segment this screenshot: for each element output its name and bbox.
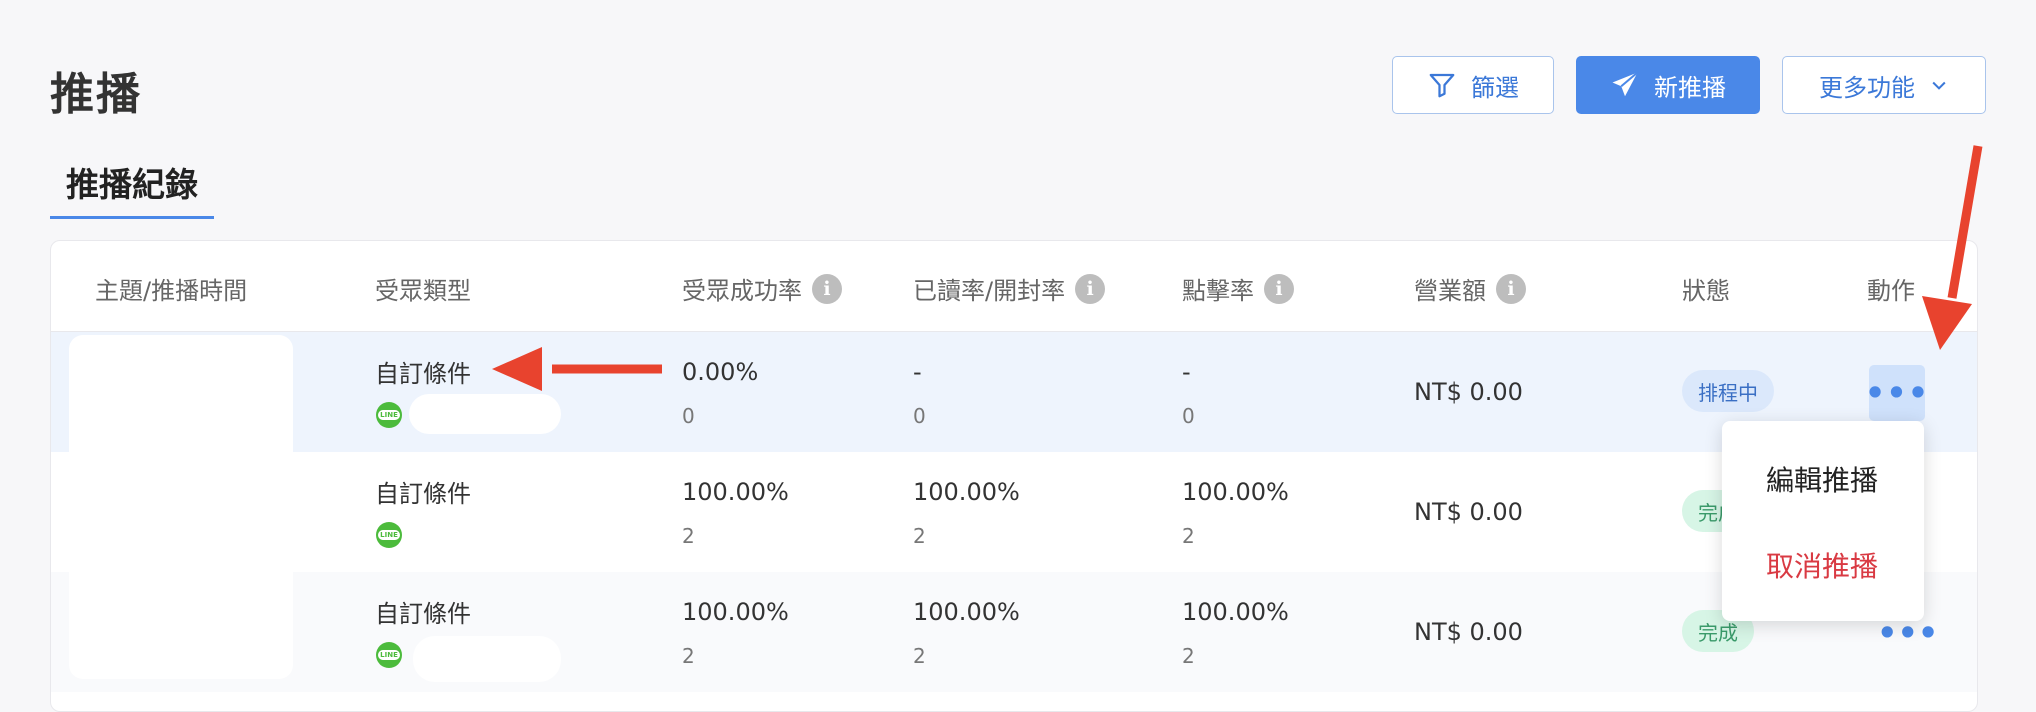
- col-audience-success: 受眾成功率 i: [682, 271, 842, 306]
- audience-type: 自訂條件: [375, 360, 471, 388]
- filter-icon: [1429, 73, 1455, 98]
- cancel-push-menu-item[interactable]: 取消推播: [1766, 545, 1878, 585]
- col-label: 營業額: [1414, 277, 1486, 305]
- col-status: 狀態: [1682, 271, 1730, 306]
- col-label: 受眾成功率: [682, 277, 802, 305]
- info-icon[interactable]: i: [812, 273, 842, 304]
- col-read-rate: 已讀率/開封率 i: [913, 271, 1106, 306]
- success-count: 0: [682, 404, 695, 428]
- tab-push-records[interactable]: 推播紀錄: [50, 158, 214, 219]
- revenue: NT$ 0.00: [1414, 498, 1523, 526]
- info-icon[interactable]: i: [1075, 273, 1106, 304]
- col-label: 已讀率/開封率: [913, 277, 1066, 305]
- click-rate: 100.00%: [1182, 478, 1289, 506]
- info-icon[interactable]: i: [1496, 273, 1526, 304]
- more-functions-label: 更多功能: [1819, 73, 1915, 102]
- col-label: 點擊率: [1182, 277, 1254, 305]
- success-rate: 100.00%: [682, 478, 789, 506]
- new-push-label: 新推播: [1654, 73, 1726, 102]
- success-count: 2: [682, 644, 695, 668]
- redacted-field: [413, 636, 561, 682]
- click-count: 0: [1182, 404, 1195, 428]
- table-row[interactable]: 自訂條件 LINE 100.00% 2 100.00% 2 100.00% 2 …: [51, 452, 1977, 572]
- filter-label: 篩選: [1471, 73, 1519, 102]
- click-rate: -: [1182, 358, 1191, 386]
- read-rate: 100.00%: [913, 598, 1020, 626]
- read-count: 2: [913, 524, 926, 548]
- action-dropdown-menu: 編輯推播 取消推播: [1722, 421, 1924, 621]
- redacted-subject-block: [69, 335, 293, 679]
- col-label: 狀態: [1682, 277, 1730, 305]
- redacted-field: [409, 394, 561, 434]
- line-app-icon: LINE: [376, 522, 402, 548]
- col-label: 主題/推播時間: [95, 277, 248, 305]
- revenue: NT$ 0.00: [1414, 378, 1523, 406]
- audience-type: 自訂條件: [375, 480, 471, 508]
- toolbar: 篩選 新推播 更多功能: [1392, 56, 1986, 114]
- line-app-icon: LINE: [376, 642, 402, 668]
- success-count: 2: [682, 524, 695, 548]
- more-dots-icon[interactable]: •••: [1865, 365, 1928, 421]
- page-title: 推播: [50, 69, 142, 120]
- read-rate: 100.00%: [913, 478, 1020, 506]
- info-icon[interactable]: i: [1264, 273, 1294, 304]
- edit-push-menu-item[interactable]: 編輯推播: [1766, 459, 1878, 499]
- col-audience-type: 受眾類型: [375, 271, 471, 306]
- read-rate: -: [913, 358, 922, 386]
- success-rate: 0.00%: [682, 358, 759, 386]
- paper-plane-icon: [1612, 71, 1639, 97]
- push-records-table: 主題/推播時間 受眾類型 受眾成功率 i 已讀率/開封率 i 點擊率 i 營業額 i 狀…: [50, 240, 1978, 712]
- table-header: 主題/推播時間 受眾類型 受眾成功率 i 已讀率/開封率 i 點擊率 i 營業額 i 狀…: [51, 241, 1977, 332]
- col-click-rate: 點擊率 i: [1182, 271, 1294, 306]
- read-count: 2: [913, 644, 926, 668]
- col-action: 動作: [1867, 271, 1915, 306]
- read-count: 0: [913, 404, 926, 428]
- click-rate: 100.00%: [1182, 598, 1289, 626]
- col-label: 動作: [1867, 277, 1915, 305]
- line-app-icon: LINE: [376, 402, 402, 428]
- click-count: 2: [1182, 644, 1195, 668]
- success-rate: 100.00%: [682, 598, 789, 626]
- status-badge: 排程中: [1682, 370, 1774, 412]
- click-count: 2: [1182, 524, 1195, 548]
- table-row[interactable]: 自訂條件 LINE 100.00% 2 100.00% 2 100.00% 2 …: [51, 572, 1977, 692]
- col-revenue: 營業額 i: [1414, 271, 1526, 306]
- col-subject-time: 主題/推播時間: [95, 271, 247, 306]
- table-row[interactable]: 自訂條件 LINE 0.00% 0 - 0 - 0 NT$ 0.00 排程中 •…: [51, 332, 1977, 452]
- col-label: 受眾類型: [375, 277, 471, 305]
- new-push-button[interactable]: 新推播: [1576, 56, 1760, 114]
- revenue: NT$ 0.00: [1414, 618, 1523, 646]
- more-functions-button[interactable]: 更多功能: [1782, 56, 1986, 114]
- filter-button[interactable]: 篩選: [1392, 56, 1554, 114]
- audience-type: 自訂條件: [375, 600, 471, 628]
- chevron-down-icon: [1932, 81, 1946, 90]
